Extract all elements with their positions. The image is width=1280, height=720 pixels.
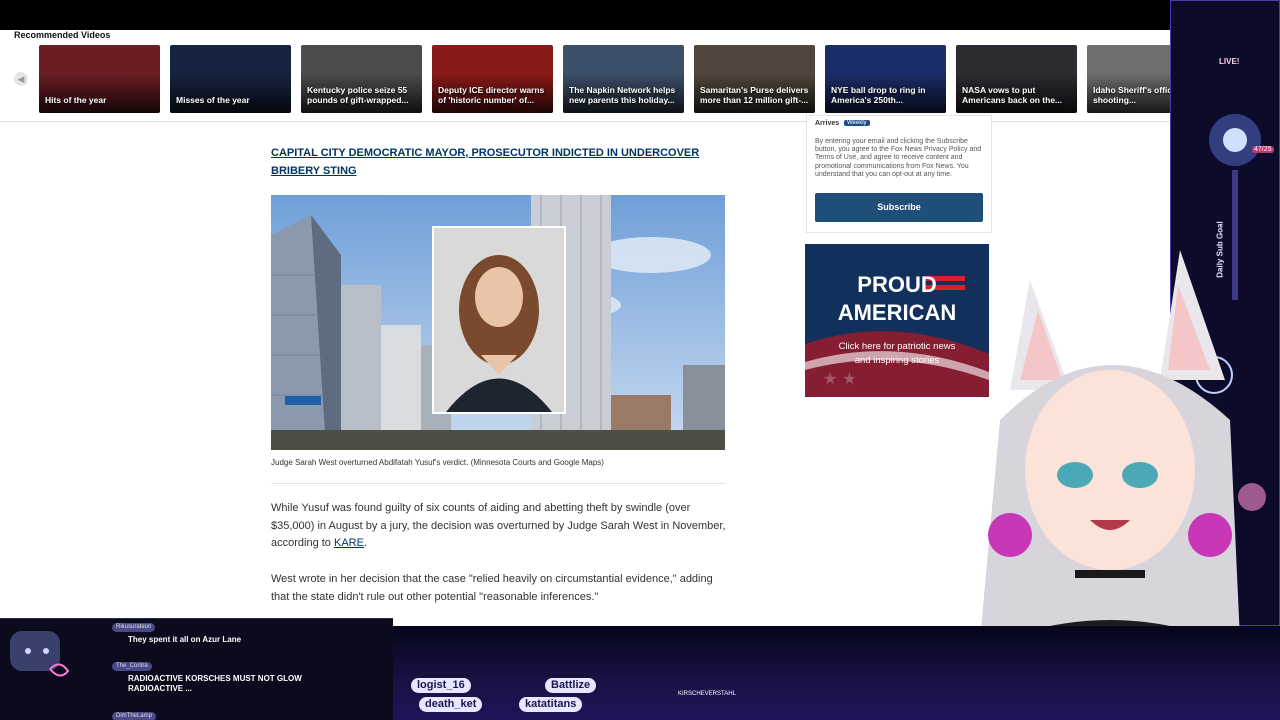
recommended-video-card[interactable]: The Napkin Network helps new parents thi… [563, 45, 684, 113]
recommended-video-title: NYE ball drop to ring in America's 250th… [831, 85, 926, 105]
recent-follower: katatitans [519, 697, 583, 712]
kare-link[interactable]: KARE [334, 537, 364, 549]
recommended-videos-title: Recommended Videos [14, 30, 111, 40]
chevron-left-icon[interactable]: ◀ [14, 72, 28, 86]
subscribe-button[interactable]: Subscribe [815, 193, 983, 222]
frequency-badge: Weekly [844, 120, 870, 126]
article-paragraph-2: West wrote in her decision that the case… [271, 573, 713, 603]
recommended-video-card[interactable]: NYE ball drop to ring in America's 250th… [825, 45, 946, 113]
recommended-video-title: Misses of the year [176, 95, 250, 105]
svg-text:★ ★: ★ ★ [823, 369, 857, 388]
signup-disclaimer: By entering your email and clicking the … [815, 138, 982, 178]
chat-username: Rikusurateon [112, 623, 156, 632]
signup-arrives-label: Arrives [815, 120, 840, 127]
recommended-video-card[interactable]: NASA vows to put Americans back on the..… [956, 45, 1077, 113]
chat-username: DimTheLamp [112, 712, 157, 720]
recommended-video-card[interactable]: Misses of the year [170, 45, 291, 113]
divider [271, 483, 725, 484]
thumbnail-shade [170, 73, 291, 113]
recommended-video-title: Kentucky police seize 55 pounds of gift-… [307, 85, 409, 105]
chat-message: RADIOACTIVE KORSCHES MUST NOT GLOW RADIO… [128, 674, 302, 693]
recommended-video-title: Samaritan's Purse delivers more than 12 … [700, 85, 809, 105]
recommended-video-card[interactable]: Kentucky police seize 55 pounds of gift-… [301, 45, 422, 113]
recommended-video-card[interactable]: Deputy ICE director warns of 'historic n… [432, 45, 553, 113]
recommended-video-card[interactable]: Samaritan's Purse delivers more than 12 … [694, 45, 815, 113]
recommended-video-title: The Napkin Network helps new parents thi… [569, 85, 676, 105]
live-label: LIVE! [1219, 57, 1240, 66]
recommended-videos-bar: Recommended Videos ◀ Hits of the year Mis… [0, 30, 1280, 122]
photo-caption: Judge Sarah West overturned Abdifatah Yu… [271, 458, 604, 467]
stream-chat: Rikusurateon They spent it all on Azur L… [0, 618, 393, 720]
article-paragraph-1: While Yusuf was found guilty of six coun… [271, 500, 731, 553]
stream-bottom-bar: logist_16 Battlize death_ket katatitans … [393, 626, 1280, 720]
recommended-video-title: NASA vows to put Americans back on the..… [962, 85, 1063, 105]
recent-follower: death_ket [419, 697, 483, 712]
chat-username: The_Contra [112, 662, 152, 671]
chat-message: They spent it all on Azur Lane [128, 635, 242, 644]
mascot-icon [10, 631, 70, 677]
social-handle: KIRSCHEVERSTAHL [678, 691, 736, 697]
recommended-video-card[interactable]: Hits of the year [39, 45, 160, 113]
recommended-video-title: Deputy ICE director warns of 'historic n… [438, 85, 545, 105]
recent-follower: logist_16 [411, 678, 471, 693]
related-article-link[interactable]: CAPITAL CITY DEMOCRATIC MAYOR, PROSECUTO… [271, 144, 731, 180]
newsletter-signup: Arrives Weekly By entering your email an… [806, 115, 992, 233]
recommended-video-title: Hits of the year [45, 95, 107, 105]
paragraph-end: . [363, 537, 368, 549]
article-photo [271, 195, 725, 450]
recent-follower: Battlize [545, 678, 597, 693]
sub-goal-count: 47/25 [1252, 146, 1274, 153]
thumbnail-shade [39, 73, 160, 113]
